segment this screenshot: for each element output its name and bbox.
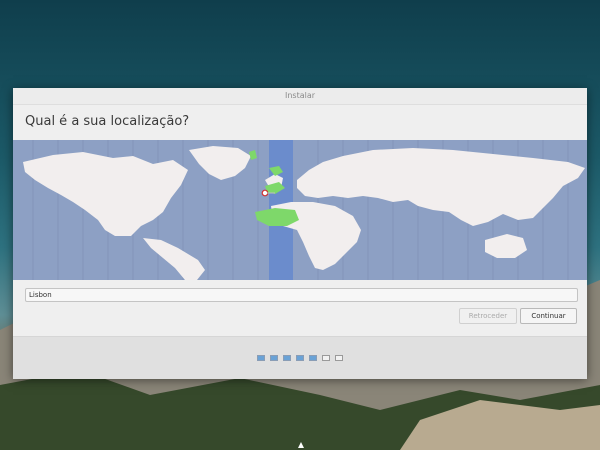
progress-step-done xyxy=(296,355,304,361)
timezone-map[interactable] xyxy=(13,140,587,280)
progress-step-done xyxy=(309,355,317,361)
mouse-cursor-icon xyxy=(298,442,304,448)
progress-step-done xyxy=(257,355,265,361)
back-button[interactable]: Retroceder xyxy=(459,308,517,324)
lisbon-location-marker xyxy=(261,189,269,197)
progress-step-done xyxy=(270,355,278,361)
location-input[interactable]: Lisbon xyxy=(25,288,578,302)
progress-steps xyxy=(257,355,343,361)
installer-footer xyxy=(13,336,587,379)
progress-step-done xyxy=(283,355,291,361)
page-title: Qual é a sua localização? xyxy=(25,114,190,129)
installer-window: Instalar Qual é a sua localização? Lisbo… xyxy=(13,88,587,379)
progress-step-pending xyxy=(322,355,330,361)
window-title: Instalar xyxy=(13,88,587,105)
progress-step-pending xyxy=(335,355,343,361)
continue-button[interactable]: Continuar xyxy=(520,308,577,324)
